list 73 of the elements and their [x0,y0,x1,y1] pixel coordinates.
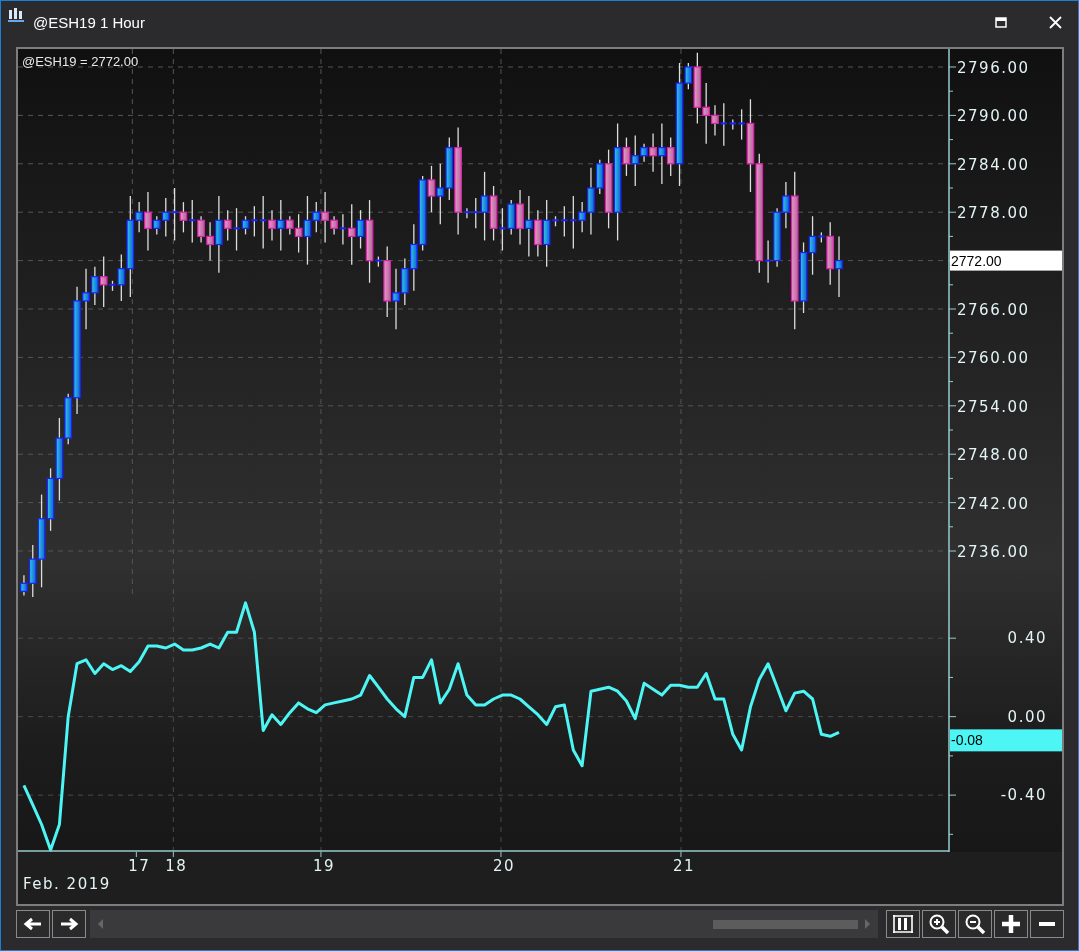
horizontal-scrollbar[interactable] [90,910,878,938]
candlestick [223,209,232,242]
date-axis-label: 20 [492,857,515,875]
minus-icon [1038,921,1056,927]
scrollbar-thumb[interactable] [713,919,858,929]
price-axis-label: 2742.00 [957,494,1030,513]
symbol-legend: @ESH19 = 2772.00 [22,54,139,69]
scroll-left-button[interactable] [16,910,50,938]
oscillator-axis-label: 0.40 [1007,629,1047,648]
candlestick [144,191,152,252]
add-button[interactable] [994,910,1028,938]
date-axis-label: 18 [165,857,188,875]
arrow-left-icon [23,917,43,931]
scroll-right-arrow-icon [864,919,870,929]
candlestick [99,255,108,308]
price-axis-label: 2778.00 [957,204,1030,223]
candlestick [763,239,773,284]
candlestick [258,195,268,250]
candlestick [338,213,348,246]
zoom-in-icon [928,913,950,935]
zoom-out-icon [964,913,986,935]
candlestick [241,215,250,236]
price-axis-label: 2796.00 [957,59,1030,77]
window-title: @ESH19 1 Hour [33,13,146,31]
candlestick [835,235,843,298]
date-axis-label: 21 [672,857,695,875]
candlestick [268,209,276,242]
candlestick [719,102,729,147]
candlestick [462,207,472,219]
candlestick [666,136,675,177]
price-axis-label: 2760.00 [957,349,1030,368]
candlestick [471,197,481,229]
candlestick [179,201,188,234]
candlestick [525,195,533,258]
candlestick [188,199,197,244]
candlestick [232,207,241,252]
price-axis-label: 2766.00 [957,301,1030,319]
candlestick [560,205,569,238]
candlestick [427,165,436,213]
bars-icon [892,914,914,934]
candlestick [250,205,259,238]
arrow-right-icon [59,917,79,931]
candlestick [658,122,666,185]
zoom-out-button[interactable] [958,910,992,938]
plus-icon [1001,914,1021,934]
oscillator-axis-label: -0.40 [1000,786,1047,805]
price-axis-label: 2736.00 [957,543,1030,561]
candlestick [737,108,746,141]
date-axis-label: 17 [128,857,151,875]
price-axis-label: 2754.00 [957,397,1030,416]
candlestick [356,209,365,250]
bar-spacing-button[interactable] [886,910,920,938]
price-axis-label: 2748.00 [957,446,1030,465]
date-axis-label: 19 [312,857,335,875]
candlestick [622,136,631,177]
last-price-marker: 2772.00 [950,250,1062,271]
candlestick [347,203,356,266]
price-axis-label: 2790.00 [957,107,1030,126]
scroll-left-arrow-icon [98,919,104,929]
candlestick [808,215,817,276]
candlestick [649,132,657,173]
scroll-right-button[interactable] [52,910,86,938]
maximize-icon [995,16,1007,28]
month-label: Feb. 2019 [23,875,111,893]
price-axis-label: 2784.00 [957,155,1030,174]
zoom-in-button[interactable] [922,910,956,938]
last-value-marker: -0.08 [950,729,1062,752]
candlestick [480,171,489,242]
app-icon [7,7,25,23]
close-icon [1048,15,1062,29]
candlestick [276,199,285,252]
oscillator-axis-label: 0.00 [1007,707,1047,726]
remove-button[interactable] [1030,910,1064,938]
